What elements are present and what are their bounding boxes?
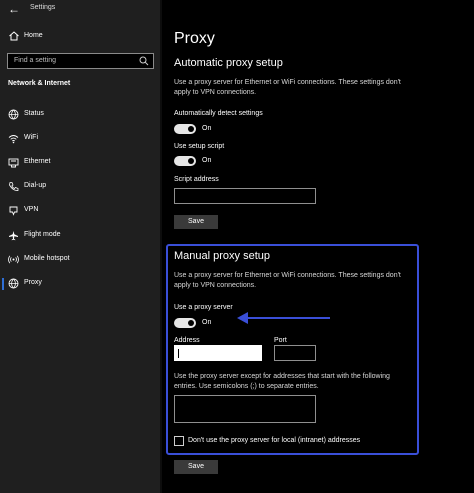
sidebar-item-label: Dial-up <box>24 182 47 189</box>
automatic-setup-heading: Automatic proxy setup <box>174 57 283 69</box>
address-label: Address <box>174 337 200 344</box>
exceptions-description: Use the proxy server except for addresse… <box>174 373 390 390</box>
toggle-knob <box>188 158 194 164</box>
search-placeholder: Find a setting <box>14 57 57 64</box>
automatic-setup-description: Use a proxy server for Ethernet or WiFi … <box>174 79 401 96</box>
sidebar-item-dial-up[interactable]: Dial-up <box>0 178 160 196</box>
sidebar-item-flight-mode[interactable]: Flight mode <box>0 227 160 245</box>
sidebar-item-label: WiFi <box>24 134 38 141</box>
globe-icon <box>8 278 19 289</box>
wifi-icon <box>8 135 19 144</box>
manual-setup-heading: Manual proxy setup <box>174 250 270 262</box>
page-title: Proxy <box>174 30 215 47</box>
app-title: Settings <box>30 4 56 11</box>
annotation-arrow-icon <box>237 312 330 324</box>
save-automatic-button[interactable]: Save <box>174 215 218 229</box>
use-proxy-toggle[interactable] <box>174 318 196 328</box>
local-bypass-label: Don't use the proxy server for local (in… <box>188 437 361 444</box>
search-input[interactable]: Find a setting <box>7 53 154 69</box>
sidebar-item-label: Flight mode <box>24 231 61 238</box>
back-arrow-icon[interactable]: ← <box>8 2 20 16</box>
title-bar: ← Settings <box>0 0 160 20</box>
vpn-icon <box>9 206 18 216</box>
sidebar-item-wifi[interactable]: WiFi <box>0 130 160 148</box>
sidebar: ← Settings Home Find a setting Network &… <box>0 0 160 493</box>
sidebar-item-vpn[interactable]: VPN <box>0 202 160 220</box>
sidebar-item-label: VPN <box>24 206 39 213</box>
text-caret <box>178 349 179 358</box>
port-input[interactable] <box>274 345 316 361</box>
section-heading: Network & Internet <box>8 80 71 87</box>
hotspot-icon <box>8 255 19 264</box>
manual-setup-description: Use a proxy server for Ethernet or WiFi … <box>174 272 401 289</box>
sidebar-item-label: Status <box>24 110 44 117</box>
script-address-input[interactable] <box>174 188 316 204</box>
sidebar-item-label: Mobile hotspot <box>24 255 70 262</box>
script-address-label: Script address <box>174 176 219 183</box>
auto-detect-label: Automatically detect settings <box>174 110 263 117</box>
sidebar-item-mobile-hotspot[interactable]: Mobile hotspot <box>0 251 160 269</box>
auto-detect-toggle[interactable] <box>174 124 196 134</box>
address-input[interactable] <box>174 345 262 361</box>
setup-script-state: On <box>202 157 212 164</box>
sidebar-item-status[interactable]: Status <box>0 106 160 124</box>
phone-icon <box>9 182 19 191</box>
search-icon <box>139 56 149 66</box>
toggle-knob <box>188 126 194 132</box>
auto-detect-state: On <box>202 125 212 132</box>
sidebar-item-ethernet[interactable]: Ethernet <box>0 154 160 172</box>
sidebar-item-home[interactable]: Home <box>0 28 160 46</box>
toggle-knob <box>188 320 194 326</box>
sidebar-item-label: Ethernet <box>24 158 51 165</box>
setup-script-toggle[interactable] <box>174 156 196 166</box>
ethernet-icon <box>8 158 19 168</box>
sidebar-divider <box>160 0 162 493</box>
local-bypass-checkbox[interactable] <box>174 436 184 446</box>
exceptions-input[interactable] <box>174 395 316 423</box>
port-label: Port <box>274 337 287 344</box>
sidebar-item-label: Proxy <box>24 279 42 286</box>
use-proxy-state: On <box>202 319 212 326</box>
sidebar-item-proxy[interactable]: Proxy <box>0 275 160 293</box>
globe-icon <box>8 109 19 120</box>
airplane-icon <box>9 231 18 241</box>
home-icon <box>9 31 19 41</box>
use-proxy-label: Use a proxy server <box>174 304 233 311</box>
save-manual-button[interactable]: Save <box>174 460 218 474</box>
home-label: Home <box>24 32 43 39</box>
setup-script-label: Use setup script <box>174 143 225 150</box>
